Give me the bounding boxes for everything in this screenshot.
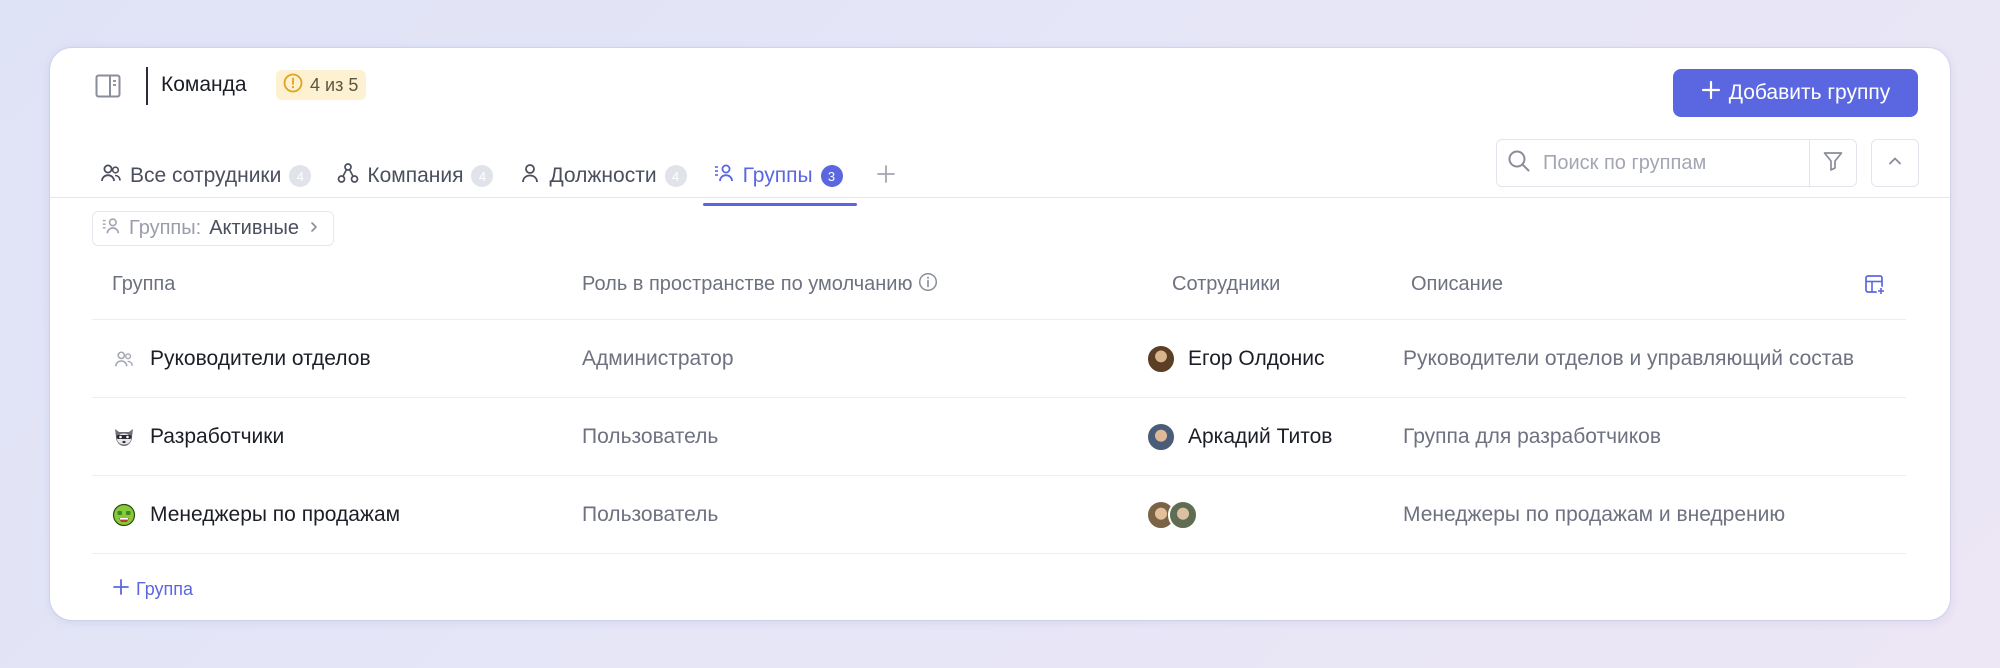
table-row[interactable]: Разработчики Пользователь Аркадий Титов … <box>92 398 1906 476</box>
column-header-label: Группа <box>112 273 176 295</box>
group-name: Менеджеры по продажам <box>150 502 401 526</box>
limit-badge: 4 из 5 <box>276 70 367 100</box>
role-cell: Пользователь <box>582 424 719 448</box>
filter-chip-label: Группы: <box>129 217 202 239</box>
chevron-right-icon <box>307 217 321 240</box>
group-name-cell: Разработчики <box>112 425 284 449</box>
org-structure-icon <box>337 162 359 190</box>
column-header-label: Описание <box>1411 273 1504 295</box>
role-cell: Пользователь <box>582 502 719 526</box>
group-name-cell: Руководители отделов <box>112 347 371 371</box>
avatar <box>1168 499 1198 530</box>
tab-label: Группы <box>742 164 813 187</box>
search-icon <box>1507 149 1531 178</box>
users-icon <box>112 347 136 371</box>
table-row[interactable]: Менеджеры по продажам Пользователь Менед… <box>92 476 1906 554</box>
page-title: Команда <box>161 73 247 96</box>
column-header-role[interactable]: Роль в пространстве по умолчанию <box>582 272 938 298</box>
plus-icon <box>112 578 130 601</box>
filter-chip-groups[interactable]: Группы: Активные <box>92 211 335 246</box>
plus-icon <box>875 163 897 190</box>
filter-icon <box>1822 150 1844 177</box>
plus-icon <box>1701 80 1721 106</box>
employee-name: Егор Олдонис <box>1188 346 1325 370</box>
filter-button[interactable] <box>1809 139 1857 187</box>
avatar <box>1146 421 1176 452</box>
column-header-employees[interactable]: Сотрудники <box>1172 273 1280 296</box>
description-cell: Руководители отделов и управляющий соста… <box>1403 346 1854 370</box>
employees-cell: Аркадий Титов <box>1146 421 1333 452</box>
limit-badge-text: 4 из 5 <box>310 74 359 95</box>
search-box[interactable] <box>1496 139 1810 187</box>
chevron-up-icon <box>1886 152 1904 175</box>
user-icon <box>519 162 541 190</box>
group-name: Разработчики <box>150 424 285 448</box>
column-header-label: Сотрудники <box>1172 273 1281 295</box>
add-group-button-label: Добавить группу <box>1728 81 1891 104</box>
employees-cell <box>1146 499 1198 530</box>
add-group-row-button[interactable]: Группа <box>112 578 193 601</box>
sidebar-toggle-icon[interactable] <box>94 73 122 99</box>
column-header-group[interactable]: Группа <box>112 273 175 296</box>
tab-count-badge: 4 <box>289 165 312 187</box>
collapse-button[interactable] <box>1871 139 1919 187</box>
table-row[interactable]: Руководители отделов Администратор Егор … <box>92 320 1906 398</box>
tab-label: Должности <box>549 164 657 187</box>
employees-cell: Егор Олдонис <box>1146 343 1325 374</box>
info-icon <box>283 73 303 98</box>
avatar-stack[interactable] <box>1146 499 1198 530</box>
table-settings-icon[interactable] <box>1864 274 1886 296</box>
info-icon[interactable] <box>918 272 938 298</box>
team-card: Команда 4 из 5 Добавить группу Все сотру… <box>50 48 1950 620</box>
group-name-cell: Менеджеры по продажам <box>112 503 400 527</box>
tab-count-badge: 4 <box>664 165 687 187</box>
employee-name: Аркадий Титов <box>1188 424 1333 448</box>
description-cell: Менеджеры по продажам и внедрению <box>1403 502 1786 526</box>
tabs-divider <box>50 197 1950 198</box>
role-cell: Администратор <box>582 346 734 370</box>
tab-label: Компания <box>367 164 464 187</box>
tab-count-badge: 4 <box>471 165 494 187</box>
user-group-icon <box>713 162 735 190</box>
avatar <box>1146 343 1176 374</box>
header-divider <box>146 67 148 105</box>
groups-table: Группа Роль в пространстве по умолчанию … <box>92 250 1906 554</box>
filter-chip-value: Активные <box>209 217 300 239</box>
column-header-label: Роль в пространстве по умолчанию <box>582 273 913 295</box>
money-face-emoji-icon <box>112 503 136 527</box>
search-input[interactable] <box>1543 151 1783 175</box>
users-icon <box>100 162 122 190</box>
add-group-row-label: Группа <box>136 579 194 599</box>
description-cell: Группа для разработчиков <box>1403 424 1662 448</box>
column-header-description[interactable]: Описание <box>1411 273 1503 296</box>
tab-count-badge: 3 <box>820 165 843 187</box>
tab-label: Все сотрудники <box>130 164 282 187</box>
user-group-icon <box>101 216 121 242</box>
raccoon-emoji-icon <box>112 425 136 449</box>
table-header: Группа Роль в пространстве по умолчанию … <box>92 250 1906 320</box>
group-name: Руководители отделов <box>150 346 371 370</box>
add-group-button[interactable]: Добавить группу <box>1673 69 1918 117</box>
